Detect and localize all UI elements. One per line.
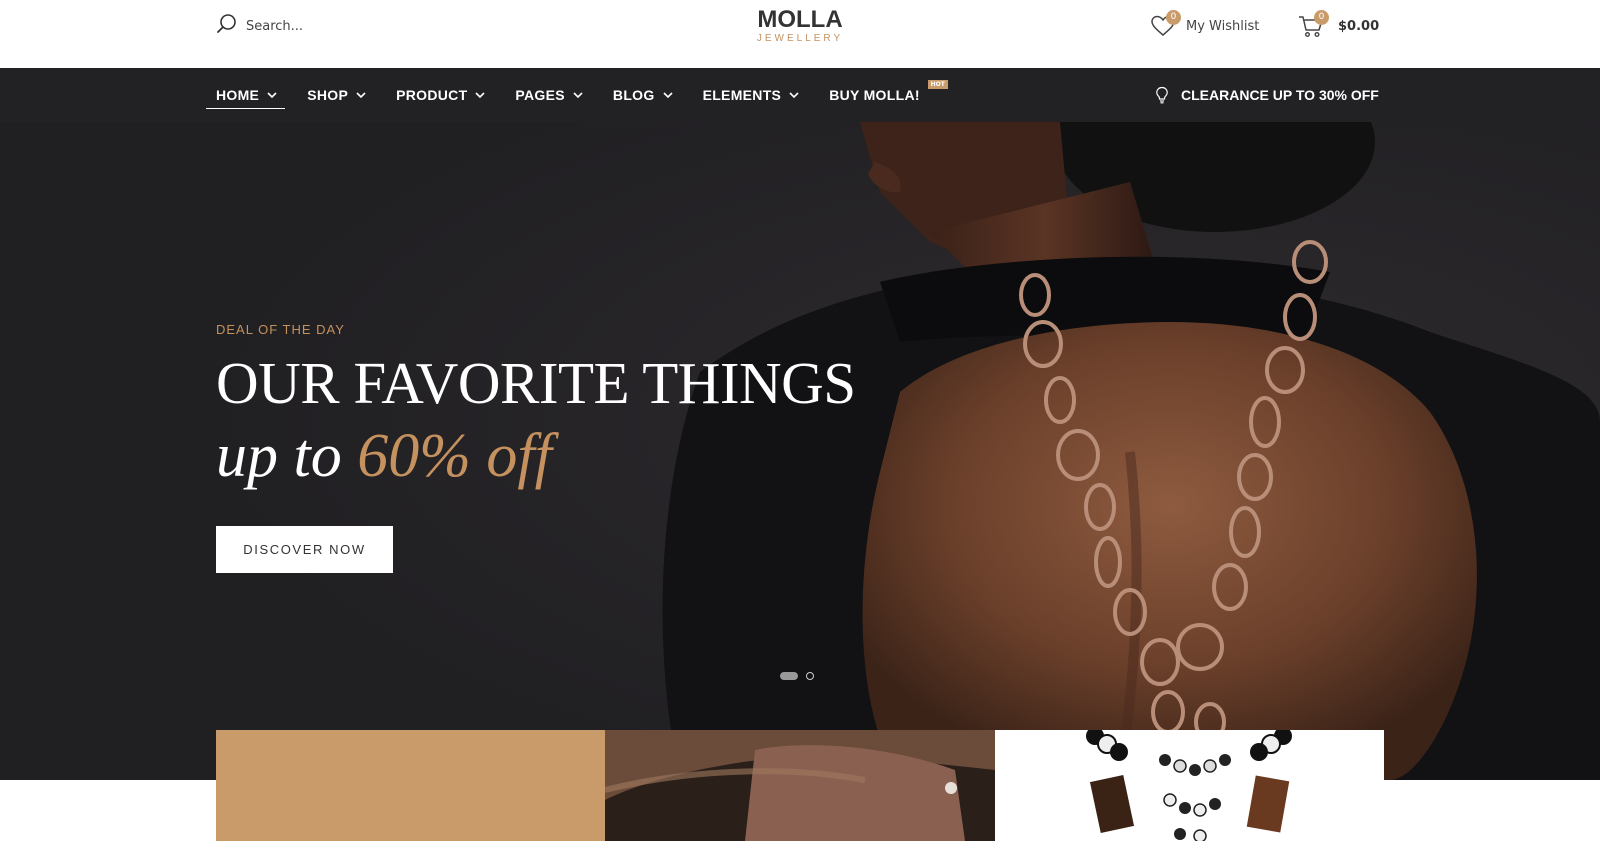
hero-kicker: DEAL OF THE DAY	[216, 322, 345, 337]
cart-icon[interactable]: 0	[1298, 10, 1329, 39]
chevron-down-icon	[573, 91, 583, 98]
promo-banners	[216, 730, 1384, 841]
discover-now-button[interactable]: DISCOVER NOW	[216, 526, 393, 573]
nav-item-buy-molla[interactable]: BUY MOLLA! HOT	[829, 68, 948, 122]
nav-item-pages[interactable]: PAGES	[515, 68, 583, 122]
chevron-down-icon	[475, 91, 485, 98]
cart-link[interactable]: 0 $0.00	[1298, 10, 1379, 40]
nav-item-shop[interactable]: SHOP	[307, 68, 366, 122]
nav-item-elements[interactable]: ELEMENTS	[703, 68, 800, 122]
hero-subline-accent: 60% off	[357, 422, 552, 490]
nav-item-label: PRODUCT	[396, 87, 468, 103]
promo-banner-1[interactable]	[216, 730, 605, 841]
hot-badge: HOT	[927, 80, 948, 89]
hero-content: DEAL OF THE DAY OUR FAVORITE THINGS up t…	[216, 322, 856, 573]
site-header: Search... MOLLA JEWELLERY 0 My Wishlist …	[0, 0, 1600, 68]
nav-item-label: BLOG	[612, 87, 655, 103]
chevron-down-icon	[356, 91, 366, 98]
nav-item-label: SHOP	[307, 87, 349, 103]
nav-item-blog[interactable]: BLOG	[613, 68, 673, 122]
lightbulb-icon	[1156, 86, 1168, 104]
chevron-down-icon	[789, 91, 799, 98]
nav-item-home[interactable]: HOME	[205, 68, 286, 122]
cart-count-badge: 0	[1314, 10, 1329, 25]
hero-subline-prefix: up to	[216, 422, 342, 490]
slider-dot-1[interactable]	[780, 672, 798, 680]
promo-banner-2[interactable]	[605, 730, 995, 841]
banner-2-photo	[605, 730, 995, 841]
heart-icon[interactable]: 0	[1150, 10, 1181, 39]
nav-item-label: ELEMENTS	[702, 87, 782, 103]
hero-slider: DEAL OF THE DAY OUR FAVORITE THINGS up t…	[0, 122, 1600, 780]
hero-subline: up to 60% off	[216, 416, 856, 496]
wishlist-label[interactable]: My Wishlist	[1186, 19, 1259, 34]
nav-menu: HOME SHOP PRODUCT PAGES BLOG ELEMENTS BU…	[205, 68, 950, 122]
wishlist-count-badge: 0	[1166, 10, 1181, 25]
slider-pagination	[780, 672, 814, 680]
hero-headline: OUR FAVORITE THINGS	[216, 350, 856, 416]
promo-label: CLEARANCE UP TO 30% OFF	[1181, 87, 1379, 103]
promo-banner-3[interactable]	[995, 730, 1384, 841]
nav-item-label: PAGES	[515, 87, 565, 103]
main-navigation: HOME SHOP PRODUCT PAGES BLOG ELEMENTS BU…	[0, 68, 1600, 122]
cart-total[interactable]: $0.00	[1338, 19, 1379, 34]
chevron-down-icon	[662, 91, 673, 98]
banner-3-photo	[995, 730, 1384, 841]
wishlist-link[interactable]: 0 My Wishlist	[1150, 10, 1259, 40]
nav-item-label: BUY MOLLA!	[829, 87, 920, 103]
chevron-down-icon	[267, 91, 277, 98]
nav-item-product[interactable]: PRODUCT	[396, 68, 485, 122]
clearance-promo-link[interactable]: CLEARANCE UP TO 30% OFF	[1155, 68, 1379, 122]
nav-item-label: HOME	[216, 87, 260, 103]
slider-dot-2[interactable]	[806, 672, 814, 680]
